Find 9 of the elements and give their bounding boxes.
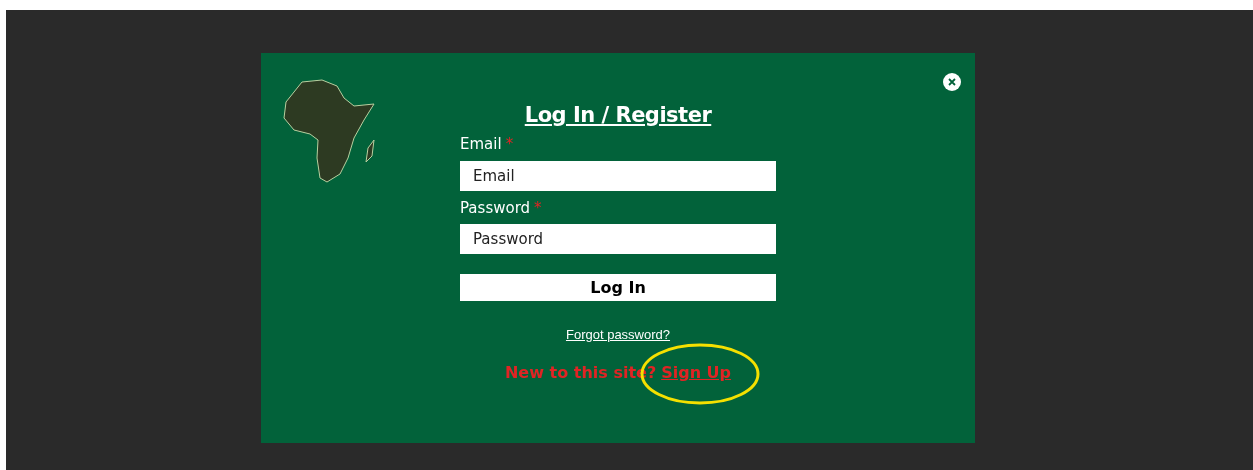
required-mark: * xyxy=(505,134,514,155)
dialog-title: Log In / Register xyxy=(524,102,712,129)
forgot-password-link[interactable]: Forgot password? xyxy=(565,325,671,345)
field-label: Password xyxy=(460,197,531,219)
login-button[interactable]: Log In xyxy=(460,274,776,301)
input-field[interactable]: Password xyxy=(460,224,776,254)
field-label: Email xyxy=(460,134,502,155)
required-mark: * xyxy=(534,197,542,219)
input-field[interactable]: Email xyxy=(460,160,776,191)
